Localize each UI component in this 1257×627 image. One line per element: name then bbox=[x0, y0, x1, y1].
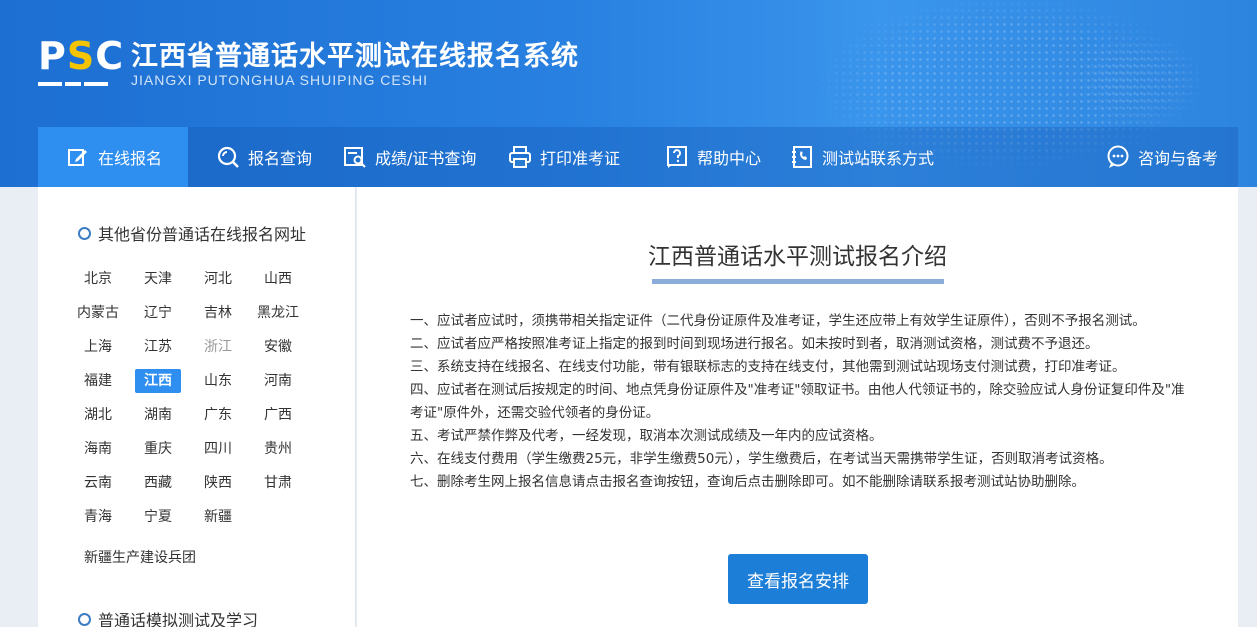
province-link[interactable]: 云南 bbox=[75, 471, 121, 495]
sidebar: 其他省份普通话在线报名网址 北京 天津 河北 山西内蒙古 辽宁 吉林 黑龙江上海 江苏 浙江 安徽… bbox=[38, 187, 356, 627]
rules-list: 一、应试者应试时，须携带相关指定证件（二代身份证原件及准考证，学生还应带上有效学… bbox=[410, 310, 1190, 494]
rule-item: 二、应试者应严格按照准考证上指定的报到时间到现场进行报名。如未按时到者，取消测试… bbox=[410, 336, 1099, 352]
sidebar-section-mock-test: 普通话模拟测试及学习 bbox=[78, 607, 258, 627]
sidebar-section-other-provinces: 其他省份普通话在线报名网址 bbox=[78, 221, 306, 245]
view-schedule-button[interactable]: 查看报名安排 bbox=[728, 554, 868, 604]
nav-register-query[interactable]: 报名查询 bbox=[216, 127, 312, 187]
circle-bullet-icon bbox=[78, 612, 91, 626]
province-link[interactable]: 北京 bbox=[75, 267, 121, 291]
site-title: 江西省普通话水平测试在线报名系统 bbox=[131, 41, 579, 72]
province-link[interactable]: 福建 bbox=[75, 369, 121, 393]
province-link[interactable]: 陕西 bbox=[195, 471, 241, 495]
province-link[interactable]: 浙江 bbox=[195, 335, 241, 359]
nav-print-admission[interactable]: 打印准考证 bbox=[508, 127, 620, 187]
printer-icon bbox=[509, 146, 531, 168]
nav-score-certificate-query[interactable]: 成绩/证书查询 bbox=[343, 127, 476, 187]
province-link[interactable]: 山西 bbox=[255, 267, 301, 291]
header: PSC 江西省普通话水平测试在线报名系统 JIANGXI PUTONGHUA S… bbox=[0, 0, 1257, 187]
nav-test-center-contact[interactable]: 测试站联系方式 bbox=[790, 127, 934, 187]
province-link[interactable]: 广东 bbox=[195, 403, 241, 427]
province-link[interactable]: 河北 bbox=[195, 267, 241, 291]
rule-item: 三、系统支持在线报名、在线支付功能，带有银联标志的支持在线支付，其他需到测试站现… bbox=[410, 359, 1126, 375]
province-link[interactable]: 山东 bbox=[195, 369, 241, 393]
page-title: 江西普通话水平测试报名介绍 bbox=[648, 244, 947, 270]
nav-online-register[interactable]: 在线报名 bbox=[38, 127, 188, 187]
province-link[interactable]: 甘肃 bbox=[255, 471, 301, 495]
nav-consult-prepare[interactable]: 咨询与备考 bbox=[1106, 127, 1218, 187]
province-link[interactable]: 重庆 bbox=[135, 437, 181, 461]
province-link[interactable]: 江苏 bbox=[135, 335, 181, 359]
province-link[interactable]: 青海 bbox=[75, 505, 121, 529]
rule-item: 五、考试严禁作弊及代考，一经发现，取消本次测试成绩及一年内的应试资格。 bbox=[410, 428, 883, 444]
circle-bullet-icon bbox=[78, 226, 91, 240]
rule-item: 一、应试者应试时，须携带相关指定证件（二代身份证原件及准考证，学生还应带上有效学… bbox=[410, 313, 1146, 329]
province-link[interactable]: 内蒙古 bbox=[71, 301, 125, 325]
province-link[interactable]: 海南 bbox=[75, 437, 121, 461]
province-link[interactable]: 贵州 bbox=[255, 437, 301, 461]
main-content: 江西普通话水平测试报名介绍 一、应试者应试时，须携带相关指定证件（二代身份证原件… bbox=[357, 187, 1238, 627]
search-icon bbox=[217, 146, 239, 168]
province-link[interactable]: 黑龙江 bbox=[251, 301, 305, 325]
province-link[interactable]: 吉林 bbox=[195, 301, 241, 325]
province-link[interactable]: 宁夏 bbox=[135, 505, 181, 529]
province-link[interactable]: 湖北 bbox=[75, 403, 121, 427]
province-link[interactable]: 西藏 bbox=[135, 471, 181, 495]
province-link[interactable]: 江西 bbox=[135, 369, 181, 393]
province-link[interactable]: 湖南 bbox=[135, 403, 181, 427]
province-link[interactable]: 上海 bbox=[75, 335, 121, 359]
chat-icon bbox=[1107, 145, 1129, 168]
province-link[interactable]: 广西 bbox=[255, 403, 301, 427]
logo-underline bbox=[38, 82, 108, 88]
world-map-decoration-right bbox=[1040, 20, 1240, 140]
title-underline bbox=[652, 279, 944, 284]
site-subtitle: JIANGXI PUTONGHUA SHUIPING CESHI bbox=[131, 72, 429, 88]
certificate-search-icon bbox=[344, 147, 366, 168]
psc-logo[interactable]: PSC bbox=[38, 34, 125, 88]
main-nav: 在线报名 报名查询 成绩/证书查询 打印准考证 帮助中心 测试站联系方式 咨询与… bbox=[38, 127, 1238, 187]
rule-item: 四、应试者在测试后按规定的时间、地点凭身份证原件及"准考证"领取证书。由他人代领… bbox=[410, 382, 1185, 421]
rule-item: 七、删除考生网上报名信息请点击报名查询按钮，查询后点击删除即可。如不能删除请联系… bbox=[410, 474, 1085, 490]
edit-icon bbox=[68, 149, 87, 166]
help-icon bbox=[667, 146, 687, 168]
province-link[interactable]: 新疆 bbox=[195, 505, 241, 529]
phone-book-icon bbox=[792, 146, 812, 168]
logo-text: PSC bbox=[38, 34, 125, 78]
nav-help-center[interactable]: 帮助中心 bbox=[665, 127, 761, 187]
province-link[interactable]: 安徽 bbox=[255, 335, 301, 359]
rule-item: 六、在线支付费用（学生缴费25元，非学生缴费50元），学生缴费后，在考试当天需携… bbox=[410, 451, 1113, 467]
province-link[interactable]: 天津 bbox=[135, 267, 181, 291]
province-link-bingtuan[interactable]: 新疆生产建设兵团 bbox=[84, 547, 196, 567]
province-link[interactable]: 辽宁 bbox=[135, 301, 181, 325]
province-link[interactable]: 四川 bbox=[195, 437, 241, 461]
province-link[interactable]: 河南 bbox=[255, 369, 301, 393]
